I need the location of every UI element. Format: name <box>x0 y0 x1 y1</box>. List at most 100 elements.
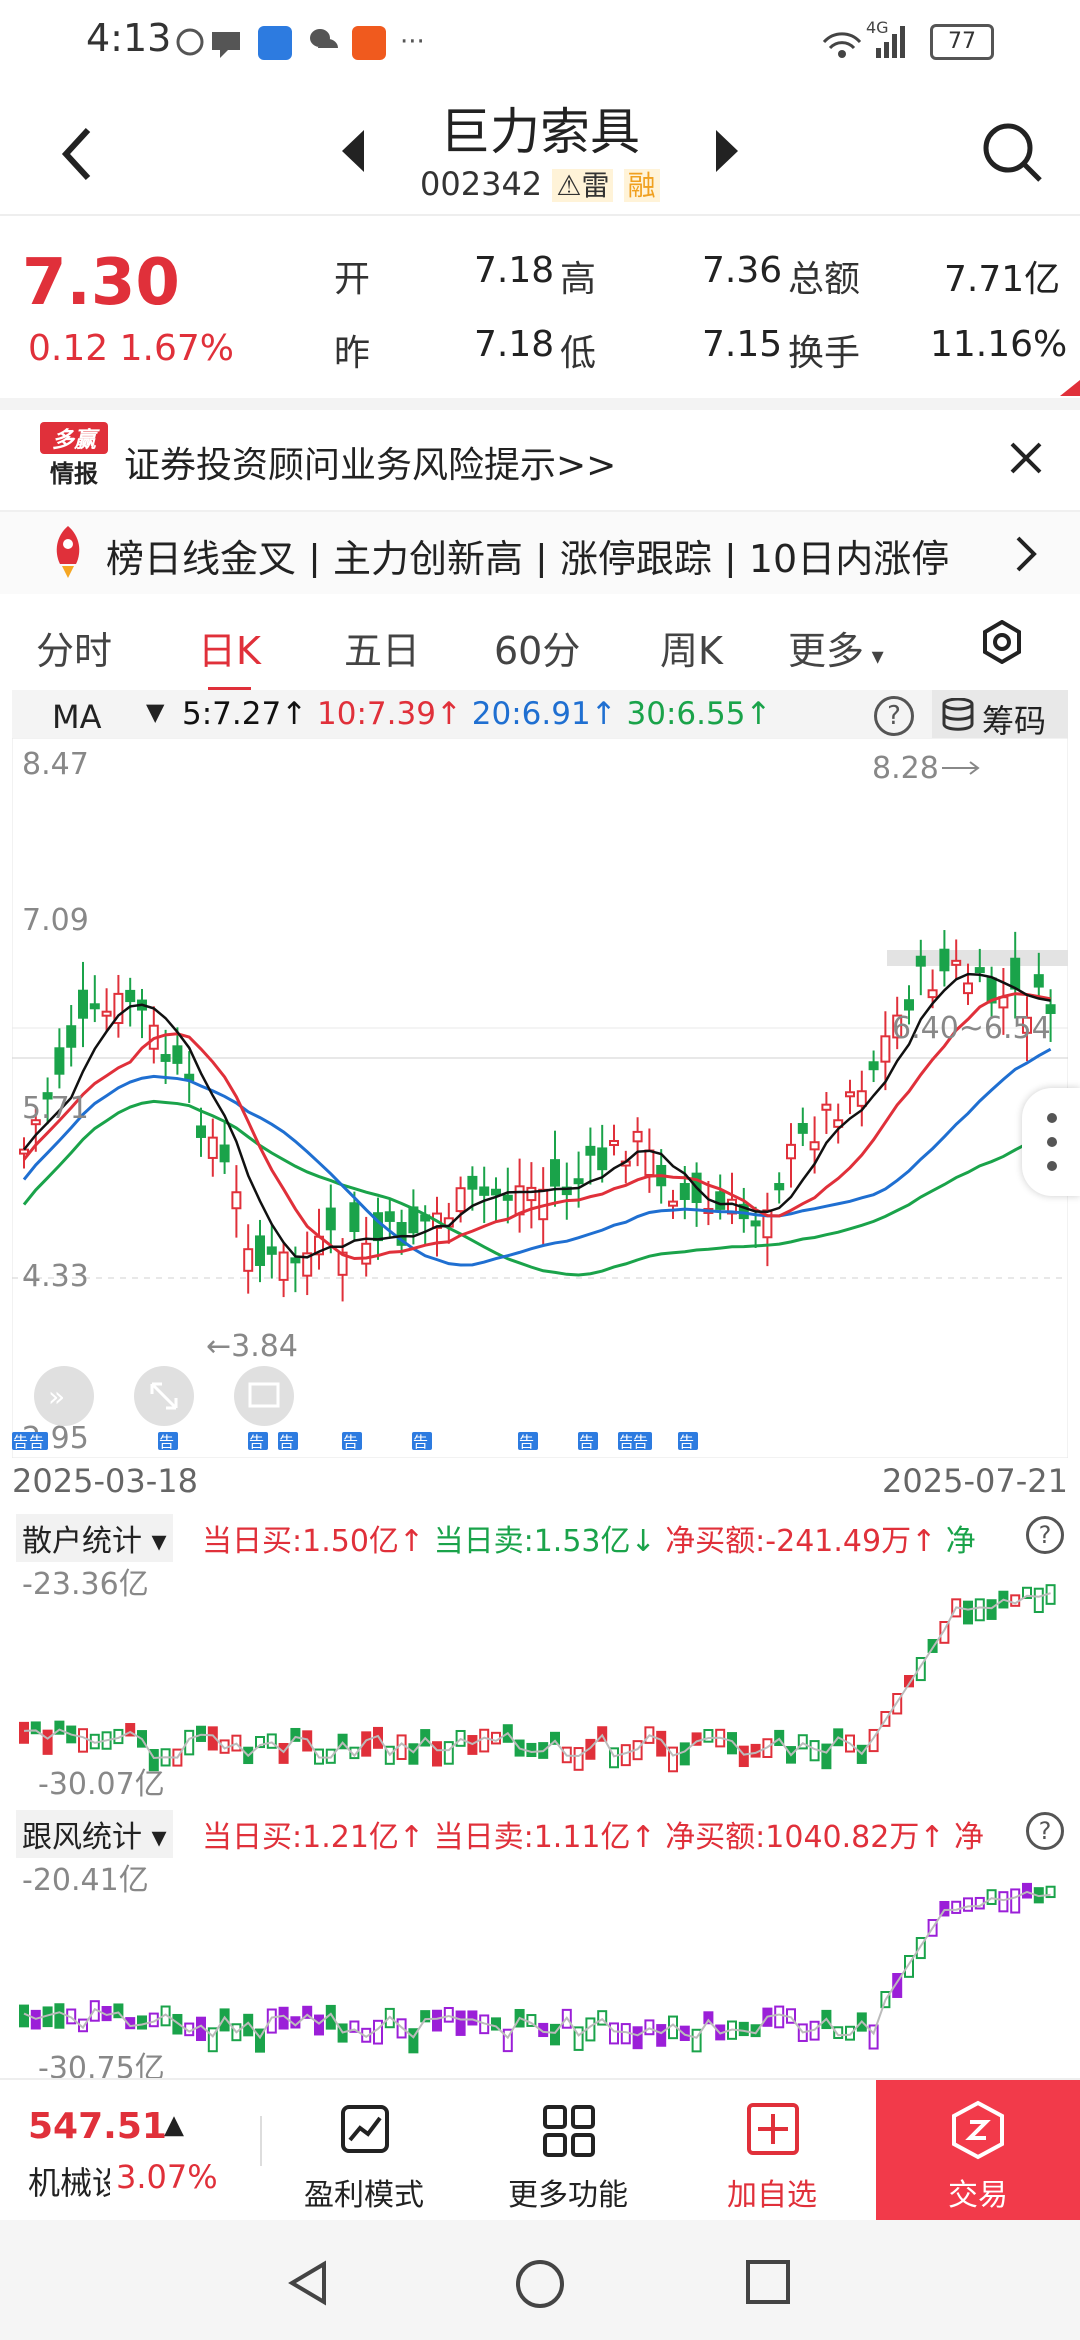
logo-top: 多赢 <box>40 422 108 454</box>
screen-icon[interactable] <box>234 1366 294 1426</box>
help-icon[interactable]: ? <box>1026 1516 1064 1554</box>
indicator-bar <box>54 2003 65 2029</box>
news-marker-text: 告 <box>279 1433 294 1451</box>
candle-body <box>19 1148 29 1155</box>
ma-values: 5:7.27↑ 10:7.39↑ 20:6.91↑ 30:6.55↑ <box>182 696 771 732</box>
nav-back-icon[interactable] <box>284 2258 334 2308</box>
status-time: 4:13 <box>86 16 172 60</box>
duoying-logo: 多赢 情报 <box>40 422 108 488</box>
high-label: 高 <box>560 259 597 300</box>
stock-name: 巨力索具 <box>440 103 640 161</box>
indicator-bar <box>1010 1888 1021 1914</box>
tab-more[interactable]: 更多 ▾ <box>788 620 884 675</box>
candle-body <box>54 1047 65 1075</box>
candle-body <box>974 967 985 974</box>
candle-body <box>514 1185 525 1216</box>
candle-body <box>243 1248 254 1272</box>
expand-corner-icon[interactable] <box>1060 380 1080 396</box>
retail-stat-bar: 散户统计 ▾ 当日买:1.50亿↑ 当日卖:1.53亿↓ 净买额:-241.49… <box>12 1508 1068 1562</box>
system-nav-bar <box>0 2220 1080 2340</box>
y-label-top: 8.47 <box>22 747 89 782</box>
settings-icon[interactable] <box>980 620 1024 664</box>
signal-ticker[interactable]: 榜日线金叉 | 主力创新高 | 涨停跟踪 | 10日内涨停 <box>0 512 1080 594</box>
tab-weekly-k[interactable]: 周K <box>660 620 723 675</box>
margin-tag: 融 <box>623 169 660 202</box>
ma-selector[interactable]: MA <box>52 698 102 736</box>
low-value: 7.15 <box>702 324 783 365</box>
nav-home-icon[interactable] <box>514 2258 566 2310</box>
tab-five-day[interactable]: 五日 <box>344 620 420 675</box>
ma-dropdown-icon[interactable]: ▼ <box>146 698 164 726</box>
low-annotation: ←3.84 <box>206 1329 298 1364</box>
candle-body <box>1033 974 1044 988</box>
follow-stat-bar: 跟风统计 ▾ 当日买:1.21亿↑ 当日卖:1.11亿↑ 净买额:1040.82… <box>12 1804 1068 1858</box>
trade-button[interactable]: 交易 <box>876 2080 1080 2222</box>
indicator-bar <box>78 1728 88 1753</box>
svg-text:»: » <box>48 1380 65 1413</box>
candle-body <box>774 1183 785 1191</box>
next-stock-icon[interactable] <box>712 126 742 176</box>
ticker-text: 榜日线金叉 | 主力创新高 | 涨停跟踪 | 10日内涨停 <box>106 537 950 578</box>
candle-body <box>196 1125 206 1138</box>
candle-body <box>856 1090 867 1107</box>
indicator-bar <box>986 1599 997 1620</box>
low-label: 低 <box>560 333 597 374</box>
turnover-label: 换手 <box>788 333 861 374</box>
total-label: 总额 <box>788 259 861 300</box>
kline-chart[interactable]: 8.47 7.09 5.71 4.33 2.95 8.28 ←3.84 6.40… <box>12 738 1068 1458</box>
news-marker-text: 告 <box>579 1433 594 1451</box>
indicator-bar <box>408 1743 419 1765</box>
candle-body <box>797 1123 808 1134</box>
candle-body <box>939 948 950 972</box>
candle-body <box>349 1202 360 1233</box>
retail-net: 净买额:-241.49万↑ <box>665 1524 937 1559</box>
retail-selector[interactable]: 散户统计 ▾ <box>16 1514 173 1562</box>
candle-body <box>526 1186 537 1202</box>
candle-body <box>786 1143 796 1160</box>
indicator-bar <box>679 1742 690 1766</box>
add-watchlist-button[interactable]: 加自选 <box>672 2080 872 2222</box>
candle-body <box>868 1061 879 1071</box>
candle-body <box>502 1194 513 1201</box>
dropdown-icon: ▾ <box>864 642 884 670</box>
retail-sell: 当日卖:1.53亿↓ <box>433 1524 656 1559</box>
close-icon[interactable] <box>1008 440 1044 476</box>
risk-notice[interactable]: 多赢 情报 证券投资顾问业务风险提示>> <box>0 410 1080 512</box>
chips-button[interactable]: 筹码 <box>932 690 1068 740</box>
open-label: 开 <box>334 259 371 300</box>
candle-body <box>550 1159 560 1187</box>
retail-chart: -23.36亿 -30.07亿 <box>19 1567 1056 1798</box>
tab-fenshi[interactable]: 分时 <box>36 620 112 675</box>
candle-body <box>255 1235 265 1266</box>
chevron-right-icon[interactable] <box>1014 534 1040 574</box>
sector-index[interactable]: 547.51 ▲ 机械设 3.07% <box>0 2080 260 2222</box>
help-icon[interactable]: ? <box>1026 1812 1064 1850</box>
risk-notice-text[interactable]: 证券投资顾问业务风险提示>> <box>124 436 616 488</box>
search-icon[interactable] <box>980 120 1044 184</box>
indicator-bar <box>774 2005 785 2029</box>
indicator-bar <box>443 1741 454 1765</box>
ma-legend-bar: MA ▼ 5:7.27↑ 10:7.39↑ 20:6.91↑ 30:6.55↑ … <box>12 690 1068 740</box>
candle-body <box>160 1054 171 1062</box>
profit-mode-button[interactable]: 盈利模式 <box>264 2080 464 2222</box>
nav-recent-icon[interactable] <box>744 2258 792 2306</box>
battery-level: 77 <box>948 29 976 54</box>
follow-selector[interactable]: 跟风统计 ▾ <box>16 1810 173 1858</box>
retail-top-label: -23.36亿 <box>22 1567 149 1602</box>
more-functions-button[interactable]: 更多功能 <box>468 2080 668 2222</box>
candle-body <box>1010 957 1021 990</box>
candle-body <box>66 1025 77 1048</box>
candle-body <box>904 999 914 1011</box>
period-tabs: 分时 日K 五日 60分 周K 更多 ▾ <box>0 600 1080 691</box>
trade-icon <box>952 2100 1004 2160</box>
tab-60min[interactable]: 60分 <box>494 620 580 675</box>
candle-body <box>845 1091 855 1098</box>
help-icon[interactable]: ? <box>874 696 914 736</box>
candle-body <box>573 1178 584 1185</box>
side-menu-handle[interactable] <box>1022 1088 1080 1196</box>
tab-daily-k[interactable]: 日K <box>198 620 261 691</box>
retail-more: 净 <box>945 1524 976 1559</box>
follow-name: 跟风统计 <box>22 1820 142 1855</box>
candle-body <box>467 1175 478 1190</box>
network-type: 4G <box>866 18 889 37</box>
